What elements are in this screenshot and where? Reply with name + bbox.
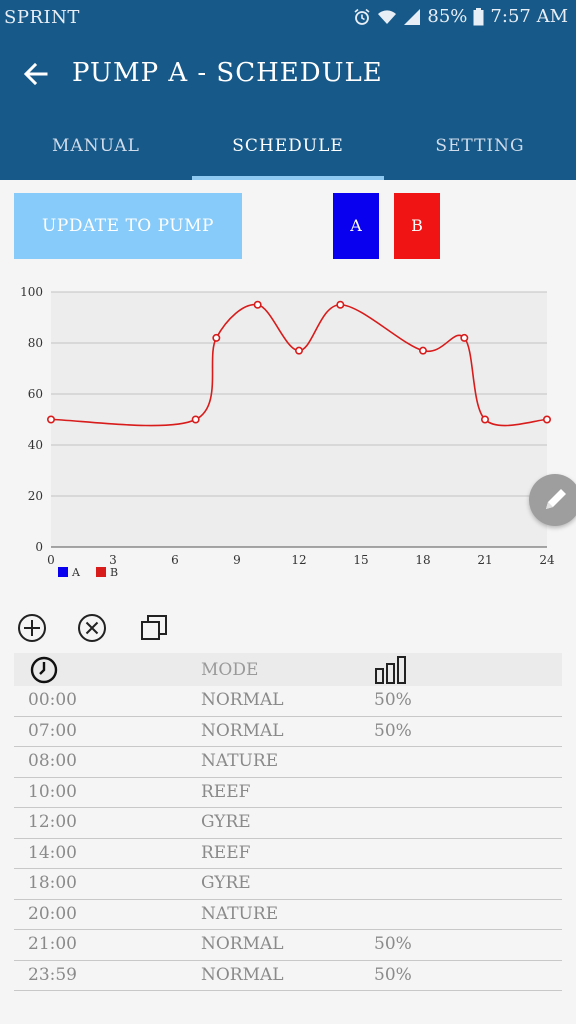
x-tick-label: 18 bbox=[415, 553, 430, 567]
row-mode: NATURE bbox=[201, 903, 279, 924]
tab-bar: MANUAL SCHEDULE SETTING bbox=[0, 114, 576, 180]
legend-swatch bbox=[58, 567, 68, 577]
data-point bbox=[46, 415, 55, 424]
table-row[interactable]: 23:59 NORMAL 50% bbox=[14, 961, 562, 991]
row-mode: NATURE bbox=[201, 751, 279, 771]
add-circle-icon[interactable] bbox=[16, 612, 48, 644]
data-point bbox=[212, 333, 221, 342]
table-header: MODE bbox=[14, 653, 562, 686]
data-point bbox=[480, 415, 489, 424]
row-mode: NORMAL bbox=[201, 934, 284, 954]
alarm-icon bbox=[354, 8, 370, 25]
row-time: 08:00 bbox=[28, 751, 77, 771]
row-time: 14:00 bbox=[28, 842, 77, 863]
battery-percent: 85% bbox=[427, 6, 468, 27]
table-row[interactable]: 10:00 REEF bbox=[14, 778, 562, 808]
signal-icon bbox=[404, 8, 421, 25]
row-level: 50% bbox=[374, 964, 412, 985]
x-tick-label: 6 bbox=[171, 553, 179, 567]
edit-fab[interactable] bbox=[529, 474, 576, 526]
x-tick-label: 3 bbox=[109, 553, 117, 567]
row-mode: NORMAL bbox=[201, 964, 284, 985]
data-point bbox=[294, 346, 303, 355]
legend-label: B bbox=[110, 566, 118, 579]
x-tick-label: 12 bbox=[291, 553, 306, 567]
data-point bbox=[191, 415, 200, 424]
y-tick-label: 80 bbox=[28, 336, 43, 350]
table-row[interactable]: 18:00 GYRE bbox=[14, 869, 562, 900]
y-tick-label: 100 bbox=[20, 285, 43, 299]
row-time: 10:00 bbox=[28, 781, 77, 802]
x-tick-label: 21 bbox=[477, 553, 492, 567]
clock: 7:57 AM bbox=[490, 6, 568, 27]
row-time: 18:00 bbox=[28, 873, 77, 893]
row-time: 23:59 bbox=[28, 964, 77, 985]
row-mode: GYRE bbox=[201, 873, 251, 893]
row-level: 50% bbox=[374, 690, 412, 710]
row-mode: GYRE bbox=[201, 812, 251, 832]
table-row[interactable]: 21:00 NORMAL 50% bbox=[14, 930, 562, 961]
wifi-icon bbox=[378, 9, 397, 24]
table-row[interactable]: 00:00 NORMAL 50% bbox=[14, 686, 562, 717]
row-mode: REEF bbox=[201, 781, 251, 802]
remove-circle-icon[interactable] bbox=[76, 612, 108, 644]
data-point bbox=[253, 300, 262, 309]
data-point bbox=[418, 346, 427, 355]
y-tick-label: 0 bbox=[35, 540, 43, 554]
tab-schedule[interactable]: SCHEDULE bbox=[192, 114, 384, 180]
row-mode: REEF bbox=[201, 842, 251, 863]
schedule-table: MODE 00:00 NORMAL 50% 07:00 NORMAL 50% 08:00 NA… bbox=[14, 653, 562, 991]
legend-swatch bbox=[96, 567, 106, 577]
table-body: 00:00 NORMAL 50% 07:00 NORMAL 50% 08:00 NATURE 1… bbox=[14, 686, 562, 991]
pump-b-button[interactable]: B bbox=[394, 193, 440, 259]
battery-icon bbox=[473, 7, 484, 25]
x-tick-label: 24 bbox=[539, 553, 555, 567]
table-row[interactable]: 20:00 NATURE bbox=[14, 900, 562, 930]
data-point bbox=[542, 415, 551, 424]
table-row[interactable]: 14:00 REEF bbox=[14, 839, 562, 869]
row-time: 20:00 bbox=[28, 903, 77, 924]
update-to-pump-button[interactable]: UPDATE TO PUMP bbox=[14, 193, 242, 259]
y-tick-label: 60 bbox=[28, 387, 43, 401]
x-tick-label: 15 bbox=[353, 553, 368, 567]
pencil-icon bbox=[546, 489, 566, 509]
status-icons: 85% 7:57 AM bbox=[353, 6, 568, 27]
y-tick-label: 40 bbox=[28, 438, 43, 452]
schedule-chart: 0 20 40 60 80 100 0 3 6 9 12 15 18 21 24 A B bbox=[20, 285, 555, 579]
x-tick-label: 0 bbox=[47, 553, 55, 567]
row-mode: NORMAL bbox=[201, 720, 284, 741]
status-bar: SPRINT 85% 7:57 AM bbox=[0, 0, 576, 36]
back-arrow-icon[interactable] bbox=[20, 58, 52, 90]
legend-label: A bbox=[71, 566, 81, 579]
row-time: 12:00 bbox=[28, 812, 77, 832]
x-tick-label: 9 bbox=[233, 553, 241, 567]
row-mode: NORMAL bbox=[201, 690, 284, 710]
data-point bbox=[460, 333, 469, 342]
row-level: 50% bbox=[374, 720, 412, 741]
mode-column-header: MODE bbox=[201, 660, 259, 680]
tab-manual[interactable]: MANUAL bbox=[0, 114, 192, 180]
page-title: PUMP A - SCHEDULE bbox=[72, 58, 383, 88]
row-time: 21:00 bbox=[28, 934, 77, 954]
data-point bbox=[336, 300, 345, 309]
carrier-label: SPRINT bbox=[4, 7, 80, 28]
clock-icon bbox=[30, 656, 58, 684]
table-row[interactable]: 07:00 NORMAL 50% bbox=[14, 717, 562, 747]
table-row[interactable]: 12:00 GYRE bbox=[14, 808, 562, 839]
y-tick-label: 20 bbox=[28, 489, 43, 503]
table-row[interactable]: 08:00 NATURE bbox=[14, 747, 562, 778]
row-time: 00:00 bbox=[28, 690, 77, 710]
copy-icon[interactable] bbox=[138, 612, 170, 644]
plot-area bbox=[51, 292, 547, 547]
bar-level-icon bbox=[375, 656, 406, 684]
app-bar: PUMP A - SCHEDULE bbox=[0, 36, 576, 114]
pump-a-button[interactable]: A bbox=[333, 193, 379, 259]
row-time: 07:00 bbox=[28, 720, 77, 741]
row-level: 50% bbox=[374, 934, 412, 954]
tab-setting[interactable]: SETTING bbox=[384, 114, 576, 180]
